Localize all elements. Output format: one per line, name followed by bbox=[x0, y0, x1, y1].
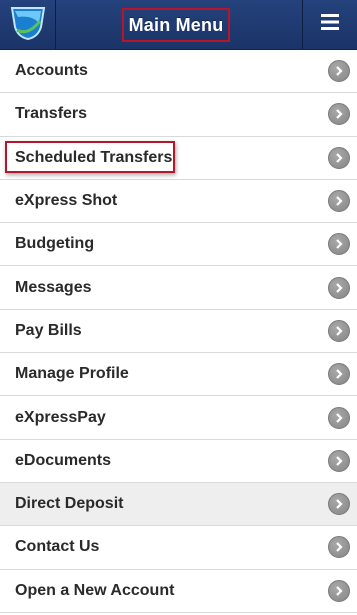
menu-item-transfers[interactable]: Transfers bbox=[0, 93, 357, 137]
page-title: Main Menu bbox=[128, 14, 224, 35]
menu-item-label: eXpress Shot bbox=[15, 192, 118, 210]
menu-item-express-shot[interactable]: eXpress Shot bbox=[0, 179, 357, 224]
menu-item-manage-profile[interactable]: Manage Profile bbox=[0, 353, 357, 397]
menu-item-label: eXpressPay bbox=[15, 408, 106, 426]
logo-button[interactable] bbox=[0, 0, 56, 49]
chevron-right-icon bbox=[328, 233, 350, 256]
menu-item-pay-bills[interactable]: Pay Bills bbox=[0, 309, 357, 354]
menu-item-budgeting[interactable]: Budgeting bbox=[0, 223, 357, 267]
menu-item-label: eDocuments bbox=[15, 451, 112, 469]
menu-item-label: Transfers bbox=[15, 105, 88, 123]
chevron-right-icon bbox=[328, 363, 350, 386]
menu-item-edocuments[interactable]: eDocuments bbox=[0, 439, 357, 483]
chevron-right-icon bbox=[328, 449, 350, 472]
menu-item-label: Messages bbox=[15, 278, 92, 296]
menu-item-messages[interactable]: Messages bbox=[0, 266, 357, 310]
chevron-right-icon bbox=[328, 103, 350, 126]
header-bar: Main Menu bbox=[0, 0, 357, 50]
main-menu-list: Accounts Transfers Scheduled Transfers e… bbox=[0, 50, 357, 613]
menu-item-accounts[interactable]: Accounts bbox=[0, 50, 357, 94]
menu-item-scheduled-transfers[interactable]: Scheduled Transfers bbox=[0, 136, 357, 180]
menu-item-label: Manage Profile bbox=[15, 365, 129, 383]
menu-item-direct-deposit[interactable]: Direct Deposit bbox=[0, 482, 357, 527]
menu-item-label: Pay Bills bbox=[15, 321, 82, 339]
chevron-right-icon bbox=[328, 493, 350, 516]
menu-item-open-new-account[interactable]: Open a New Account bbox=[0, 569, 357, 613]
chevron-right-icon bbox=[328, 579, 350, 602]
chevron-right-icon bbox=[328, 536, 350, 559]
menu-button[interactable] bbox=[302, 0, 357, 49]
menu-item-label: Accounts bbox=[15, 62, 88, 80]
page-title-highlight: Main Menu bbox=[122, 8, 230, 42]
menu-item-label: Contact Us bbox=[15, 538, 100, 556]
menu-item-label: Budgeting bbox=[15, 235, 95, 253]
logo-icon bbox=[8, 3, 48, 46]
hamburger-icon bbox=[321, 14, 339, 35]
menu-item-label: Scheduled Transfers bbox=[15, 148, 173, 166]
chevron-right-icon bbox=[328, 319, 350, 342]
menu-item-expresspay[interactable]: eXpressPay bbox=[0, 396, 357, 440]
menu-item-contact-us[interactable]: Contact Us bbox=[0, 526, 357, 570]
chevron-right-icon bbox=[328, 190, 350, 213]
chevron-right-icon bbox=[328, 146, 350, 169]
app-screen: Main Menu Accounts Transfers Scheduled T… bbox=[0, 0, 357, 615]
chevron-right-icon bbox=[328, 406, 350, 429]
menu-item-label: Open a New Account bbox=[15, 581, 175, 599]
chevron-right-icon bbox=[328, 276, 350, 299]
menu-item-label: Direct Deposit bbox=[15, 495, 124, 513]
chevron-right-icon bbox=[328, 60, 350, 83]
